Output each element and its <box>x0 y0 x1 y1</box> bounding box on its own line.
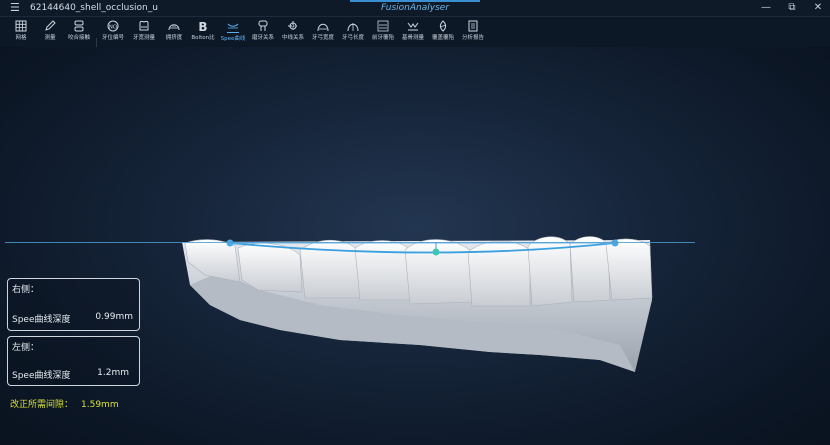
restore-button[interactable]: ⧉ <box>786 1 798 15</box>
left-spee-value: 1.2mm <box>97 368 129 378</box>
occlusion-contact-icon <box>74 20 84 32</box>
toolbar-occlusion-contact-button[interactable]: 咬合接触 <box>66 18 92 46</box>
toolbar-molar-relation-button[interactable]: 磨牙关系 <box>250 18 276 46</box>
app-brand: FusionAnalyser <box>380 3 450 13</box>
midline-icon <box>288 21 298 31</box>
arch-length-icon <box>347 23 359 32</box>
left-spee-label: Spee曲线深度 <box>12 371 71 381</box>
correction-value: 1.59mm <box>81 400 119 410</box>
molar-relation-icon <box>258 20 268 31</box>
arch-width-icon <box>317 23 329 32</box>
toolbar-spee-curve-button[interactable]: Spee曲线 <box>220 18 246 46</box>
toolbar-arch-width-button[interactable]: 牙弓宽度 <box>310 18 336 46</box>
right-end-point[interactable] <box>611 239 619 247</box>
left-side-title: 左侧： <box>12 343 40 353</box>
bolton-icon: B <box>198 20 207 32</box>
toolbar-report-button[interactable]: 分析报告 <box>460 18 486 46</box>
toolbar-bolton-button[interactable]: B Bolton比 <box>190 18 216 46</box>
tooth-width-icon <box>139 20 149 31</box>
deepest-point[interactable] <box>432 248 440 256</box>
svg-text:NO: NO <box>109 24 118 30</box>
main-toolbar: 网格 测量 咬合接触 NO 牙位编号 牙宽测量 拥挤度 B Bolton比 Sp… <box>0 17 830 60</box>
minimize-button[interactable]: — <box>760 1 772 15</box>
title-bar: ☰ 62144640_shell_occlusion_u FusionAnaly… <box>0 0 830 17</box>
correction-space: 改正所需间隙： 1.59mm <box>10 397 119 410</box>
right-spee-label: Spee曲线深度 <box>12 315 71 325</box>
grid-icon <box>15 20 27 32</box>
hamburger-menu-icon[interactable]: ☰ <box>10 2 22 14</box>
toolbar-measure-button[interactable]: 测量 <box>38 18 62 46</box>
overbite-icon <box>377 20 389 32</box>
toolbar-midline-button[interactable]: 中线关系 <box>280 18 306 46</box>
toolbar-grid-button[interactable]: 网格 <box>9 18 33 46</box>
overjet-icon <box>439 20 447 32</box>
close-button[interactable]: ✕ <box>812 1 824 15</box>
correction-label: 改正所需间隙： <box>10 400 74 410</box>
file-name: 62144640_shell_occlusion_u <box>30 3 158 13</box>
toolbar-crowding-button[interactable]: 拥挤度 <box>162 18 186 46</box>
svg-text:B: B <box>198 20 207 32</box>
pencil-icon <box>45 20 56 31</box>
right-side-panel: 右侧： Spee曲线深度 0.99mm <box>7 278 140 331</box>
crowding-icon <box>168 24 180 31</box>
spee-curve-icon <box>227 23 239 33</box>
basal-bone-icon <box>407 22 419 31</box>
toolbar-basal-bone-button[interactable]: 基骨测量 <box>400 18 426 46</box>
report-icon <box>468 20 478 32</box>
right-spee-value: 0.99mm <box>95 312 133 322</box>
toolbar-arch-length-button[interactable]: 牙弓长度 <box>340 18 366 46</box>
right-side-title: 右侧： <box>12 285 40 295</box>
toolbar-overbite-button[interactable]: 前牙覆殆 <box>370 18 396 46</box>
toolbar-overjet-button[interactable]: 覆盖覆殆 <box>430 18 456 46</box>
left-side-panel: 左侧： Spee曲线深度 1.2mm <box>7 336 140 386</box>
toolbar-tooth-number-button[interactable]: NO 牙位编号 <box>100 18 126 46</box>
occlusal-plane-line <box>5 242 695 243</box>
toolbar-tooth-width-button[interactable]: 牙宽测量 <box>131 18 157 46</box>
tooth-number-icon: NO <box>107 20 119 32</box>
left-end-point[interactable] <box>226 239 234 247</box>
